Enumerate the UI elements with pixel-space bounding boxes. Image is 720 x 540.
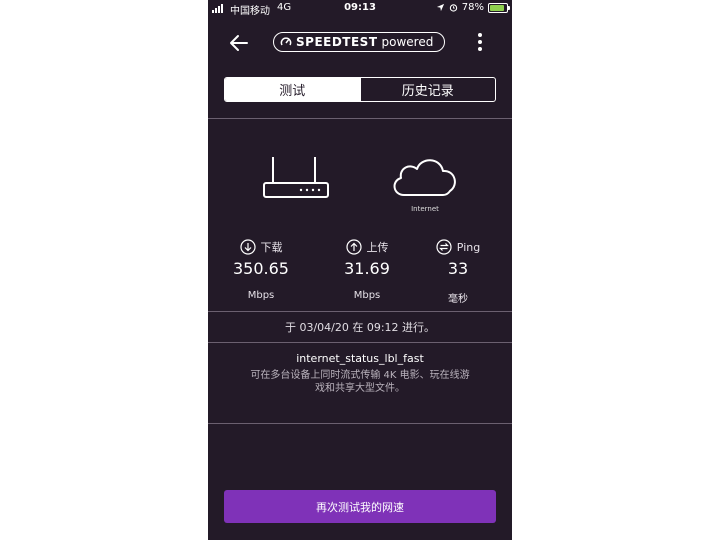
cloud-icon <box>393 159 456 196</box>
download-label: 下载 <box>260 241 283 254</box>
test-timestamp: 于 03/04/20 在 09:12 进行。 <box>284 321 436 334</box>
divider <box>208 311 512 312</box>
divider <box>208 423 512 424</box>
logo-suffix: powered <box>381 35 434 49</box>
upload-metric: 上传 31.69 Mbps <box>317 238 417 301</box>
tab-history[interactable]: 历史记录 <box>359 78 496 101</box>
battery-icon <box>488 2 510 13</box>
speedtest-screen: 中国移动 4G 09:13 78% SPEEDTEST powered 测试 历… <box>208 0 512 540</box>
arrow-left-icon[interactable] <box>228 32 250 54</box>
ping-metric: Ping 33 毫秒 <box>408 238 508 305</box>
download-metric: 下载 350.65 Mbps <box>211 238 311 301</box>
ping-value: 33 <box>447 259 469 278</box>
upload-icon <box>345 239 362 255</box>
ping-icon <box>436 239 452 255</box>
logo-brand: SPEEDTEST <box>296 35 378 49</box>
gauge-icon <box>280 37 292 46</box>
divider <box>208 342 512 343</box>
download-value: 350.65 <box>233 259 289 278</box>
upload-value: 31.69 <box>344 259 390 278</box>
retest-button[interactable]: 再次测试我的网速 <box>224 490 496 523</box>
ping-unit: 毫秒 <box>448 294 468 305</box>
internet-status-description: 可在多台设备上同时流式传输 4K 电影、玩在线游戏和共享大型文件。 <box>250 370 470 394</box>
download-icon <box>239 239 256 255</box>
location-icon <box>436 3 444 12</box>
speedtest-logo: SPEEDTEST powered <box>273 32 445 52</box>
ping-label: Ping <box>456 240 481 254</box>
internet-label: Internet <box>411 205 439 213</box>
battery-percent: 78% <box>461 2 484 13</box>
alarm-icon <box>449 4 457 12</box>
divider <box>208 118 512 119</box>
tab-test[interactable]: 测试 <box>225 78 360 101</box>
router-icon <box>263 157 329 198</box>
status-bar: 中国移动 4G 09:13 78% <box>208 0 512 17</box>
status-right-group: 78% <box>436 2 510 13</box>
more-vertical-icon[interactable] <box>476 33 484 53</box>
upload-unit: Mbps <box>353 290 381 301</box>
download-unit: Mbps <box>247 290 275 301</box>
internet-status-title: internet_status_lbl_fast <box>296 352 424 365</box>
upload-label: 上传 <box>366 241 389 254</box>
segmented-tabs: 测试 历史记录 <box>224 77 496 102</box>
